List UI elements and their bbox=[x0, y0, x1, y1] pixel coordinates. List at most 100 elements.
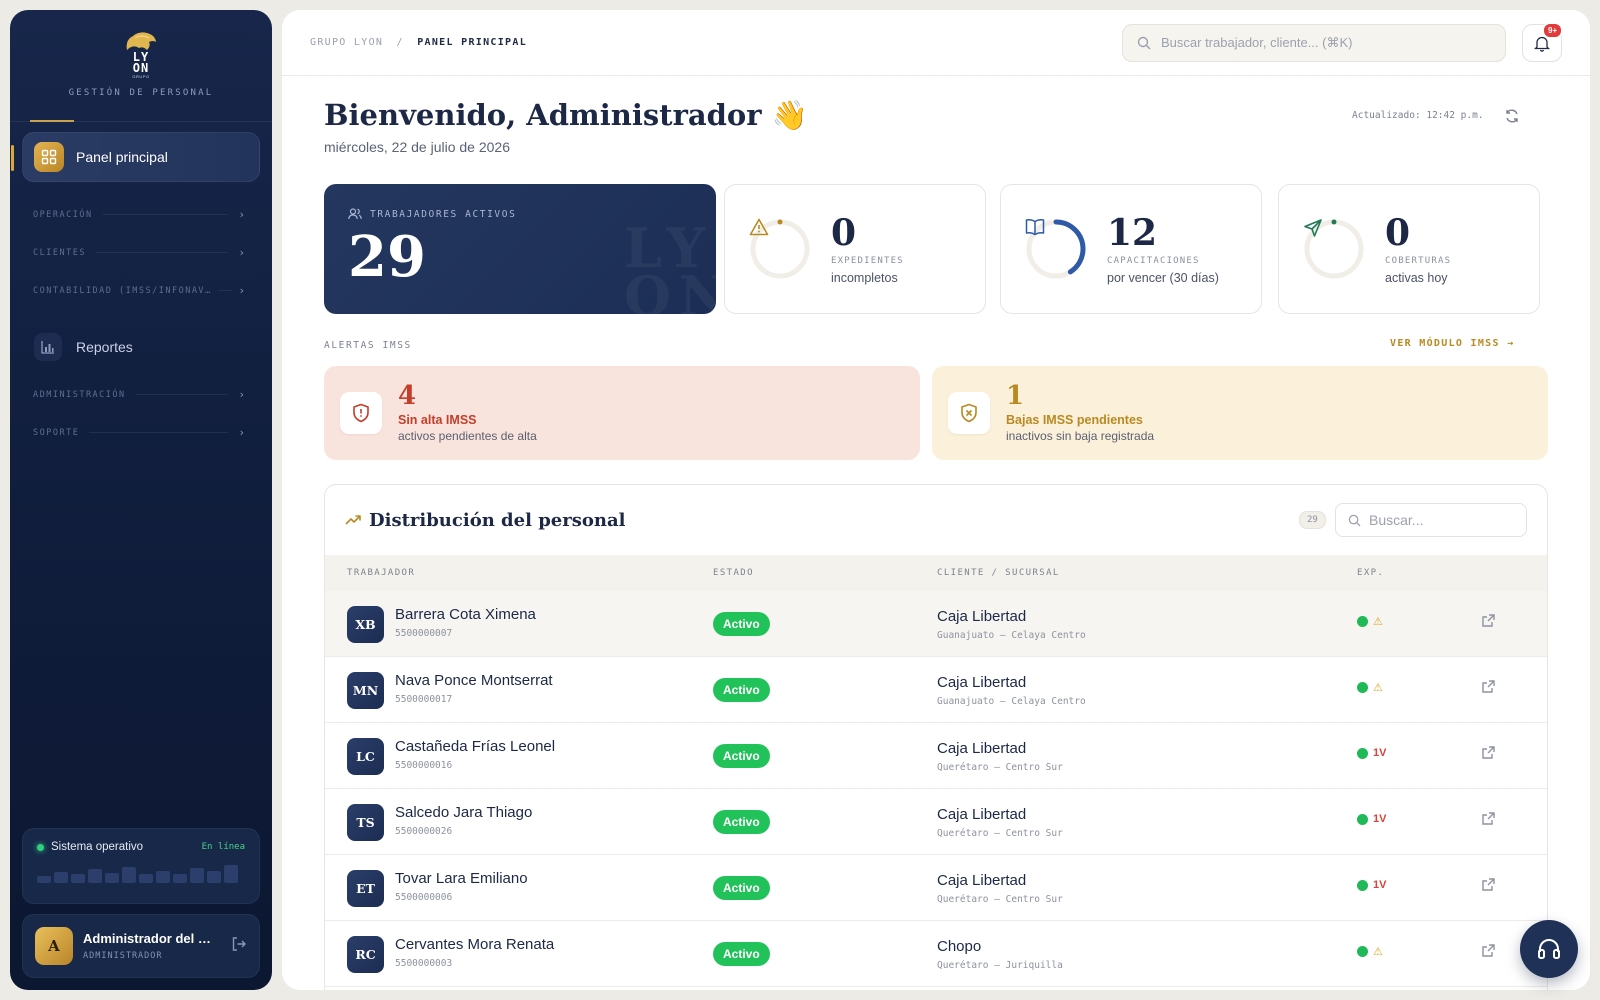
status-badge: Activo bbox=[713, 876, 770, 900]
refresh-icon[interactable] bbox=[1504, 108, 1520, 129]
last-updated: Actualizado: 12:42 p.m. bbox=[1352, 110, 1484, 121]
client-name: Caja Libertad bbox=[937, 872, 1027, 889]
chevron-right-icon: › bbox=[238, 388, 245, 401]
user-role: ADMINISTRADOR bbox=[83, 951, 163, 961]
user-card[interactable]: A Administrador del Sistema ADMINISTRADO… bbox=[22, 914, 260, 978]
status-dot bbox=[1357, 682, 1368, 693]
col-cliente[interactable]: CLIENTE / SUCURSAL bbox=[937, 568, 1060, 578]
lion-logo[interactable]: LY ON GRUPO bbox=[120, 30, 162, 80]
imss-module-link[interactable]: VER MÓDULO IMSS → bbox=[1390, 338, 1514, 349]
activity-bar bbox=[139, 874, 153, 883]
alert-count: 4 bbox=[398, 381, 417, 411]
exp-status: 1V bbox=[1357, 879, 1386, 891]
worker-name[interactable]: Castañeda Frías Leonel bbox=[395, 738, 555, 755]
status-dot bbox=[1357, 879, 1368, 891]
external-link-icon[interactable] bbox=[1481, 811, 1496, 831]
trending-up-icon bbox=[345, 515, 361, 525]
welcome-header: Bienvenido, Administrador 👋 miércoles, 2… bbox=[324, 98, 808, 155]
kpi-capacitaciones[interactable]: 12 CAPACITACIONES por vencer (30 días) bbox=[1000, 184, 1262, 314]
search-placeholder: Buscar... bbox=[1369, 512, 1424, 528]
nav-label-panel-principal: Panel principal bbox=[76, 149, 168, 165]
logout-icon[interactable] bbox=[231, 936, 247, 957]
kpi-active-workers[interactable]: TRABAJADORES ACTIVOS 29 LY ON bbox=[324, 184, 716, 314]
lyon-watermark: LY ON bbox=[624, 216, 716, 314]
kpi-expedientes[interactable]: 0 EXPEDIENTES incompletos bbox=[724, 184, 986, 314]
worker-avatar: MN bbox=[347, 672, 384, 709]
nav-section-contabilidad[interactable]: CONTABILIDAD (IMSS/INFONAV… › bbox=[33, 284, 245, 297]
count-badge: 29 bbox=[1299, 511, 1326, 529]
table-row[interactable]: LC Castañeda Frías Leonel 5500000016 Activo… bbox=[325, 723, 1547, 789]
worker-avatar: TS bbox=[347, 804, 384, 841]
exp-status: 1V bbox=[1357, 747, 1386, 759]
worker-name[interactable]: Tovar Lara Emiliano bbox=[395, 870, 528, 887]
external-link-icon[interactable] bbox=[1481, 679, 1496, 699]
worker-id: 5500000026 bbox=[395, 826, 453, 837]
worker-name[interactable]: Salcedo Jara Thiago bbox=[395, 804, 532, 821]
nav-item-panel-principal[interactable]: Panel principal bbox=[11, 132, 260, 182]
worker-id: 5500000017 bbox=[395, 694, 453, 705]
col-exp[interactable]: EXP. bbox=[1357, 568, 1384, 578]
warning-icon: ⚠ bbox=[1373, 616, 1383, 628]
activity-bar bbox=[207, 871, 221, 883]
worker-avatar: ET bbox=[347, 870, 384, 907]
page-title: Bienvenido, Administrador 👋 bbox=[324, 98, 808, 133]
chevron-right-icon: › bbox=[238, 426, 245, 439]
table-row[interactable]: RC Cervantes Mora Renata 5500000003 Activo C… bbox=[325, 921, 1547, 987]
table-row[interactable]: TS Salcedo Jara Thiago 5500000026 Activo Caj… bbox=[325, 789, 1547, 855]
activity-bar bbox=[156, 871, 170, 883]
status-dot bbox=[1357, 747, 1368, 759]
section-label: ADMINISTRACIÓN bbox=[33, 389, 126, 400]
nav-item-reportes[interactable]: Reportes bbox=[34, 330, 133, 364]
alert-count: 1 bbox=[1006, 381, 1025, 411]
col-trabajador[interactable]: TRABAJADOR bbox=[347, 568, 415, 578]
breadcrumb-root[interactable]: GRUPO LYON bbox=[310, 37, 383, 48]
nav-label-reportes: Reportes bbox=[76, 339, 133, 355]
branch-name: Guanajuato — Celaya Centro bbox=[937, 696, 1086, 707]
table-row[interactable]: ET Tovar Lara Emiliano 5500000006 Activo Caj… bbox=[325, 855, 1547, 921]
warning-icon: ⚠ bbox=[1373, 946, 1383, 958]
distribution-panel: Distribución del personal 29 Buscar... T… bbox=[324, 484, 1548, 990]
activity-bar bbox=[88, 869, 102, 883]
table-search-input[interactable]: Buscar... bbox=[1335, 503, 1527, 537]
search-icon bbox=[1137, 36, 1151, 50]
system-status-card: Sistema operativo En línea bbox=[22, 828, 260, 904]
external-link-icon[interactable] bbox=[1481, 613, 1496, 633]
worker-name[interactable]: Barrera Cota Ximena bbox=[395, 606, 536, 623]
activity-bar bbox=[224, 865, 238, 883]
exp-flag: 1V bbox=[1373, 747, 1387, 759]
worker-name[interactable]: Cervantes Mora Renata bbox=[395, 936, 554, 953]
nav-section-clientes[interactable]: CLIENTES › bbox=[33, 246, 245, 259]
progress-ring bbox=[1025, 218, 1087, 280]
global-search-input[interactable]: Buscar trabajador, cliente... (⌘K) bbox=[1122, 24, 1506, 62]
progress-ring bbox=[1303, 218, 1365, 280]
worker-name[interactable]: Nava Ponce Montserrat bbox=[395, 672, 553, 689]
status-badge: Activo bbox=[713, 810, 770, 834]
worker-id: 5500000006 bbox=[395, 892, 453, 903]
alert-bajas-imss[interactable]: 1 Bajas IMSS pendientes inactivos sin ba… bbox=[932, 366, 1548, 460]
worker-id: 5500000003 bbox=[395, 958, 453, 969]
nav-section-soporte[interactable]: SOPORTE › bbox=[33, 426, 245, 439]
exp-status: ⚠ bbox=[1357, 615, 1383, 628]
panel-title: Distribución del personal bbox=[369, 509, 626, 531]
branch-name: Querétaro — Centro Sur bbox=[937, 828, 1063, 839]
send-icon bbox=[1303, 218, 1365, 280]
activity-bar bbox=[54, 872, 68, 883]
kpi-label: COBERTURAS bbox=[1385, 255, 1452, 266]
external-link-icon[interactable] bbox=[1481, 745, 1496, 765]
active-indicator bbox=[11, 145, 14, 171]
external-link-icon[interactable] bbox=[1481, 943, 1496, 963]
col-estado[interactable]: ESTADO bbox=[713, 568, 754, 578]
table-header: TRABAJADOR ESTADO CLIENTE / SUCURSAL EXP… bbox=[325, 555, 1547, 591]
status-badge: Activo bbox=[713, 678, 770, 702]
support-button[interactable] bbox=[1520, 920, 1578, 978]
table-row[interactable]: MN Nava Ponce Montserrat 5500000017 Activo C… bbox=[325, 657, 1547, 723]
table-row[interactable]: XB Barrera Cota Ximena 5500000007 Activo Caj… bbox=[325, 591, 1547, 657]
alert-sin-alta-imss[interactable]: 4 Sin alta IMSS activos pendientes de al… bbox=[324, 366, 920, 460]
external-link-icon[interactable] bbox=[1481, 877, 1496, 897]
kpi-value: 0 bbox=[1385, 211, 1411, 254]
kpi-coberturas[interactable]: 0 COBERTURAS activas hoy bbox=[1278, 184, 1540, 314]
exp-flag: 1V bbox=[1373, 813, 1387, 825]
nav-section-operacion[interactable]: OPERACIÓN › bbox=[33, 208, 245, 221]
nav-section-administracion[interactable]: ADMINISTRACIÓN › bbox=[33, 388, 245, 401]
activity-bar bbox=[71, 874, 85, 883]
